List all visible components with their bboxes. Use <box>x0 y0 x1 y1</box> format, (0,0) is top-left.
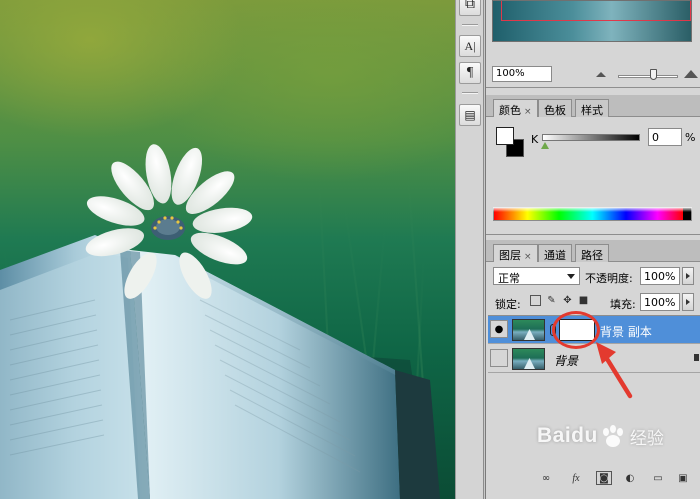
fill-arrow-button[interactable] <box>682 293 694 311</box>
lock-position-icon[interactable]: ✥ <box>562 295 573 306</box>
lock-paint-icon[interactable]: ✎ <box>546 295 557 306</box>
tab-layers[interactable]: 图层 × <box>493 244 538 263</box>
layer-style-icon[interactable]: fx <box>568 471 584 485</box>
k-channel-label: K <box>531 133 539 146</box>
book-and-flower-photo <box>0 144 440 499</box>
new-layer-icon[interactable]: ▣ <box>675 471 691 485</box>
new-group-icon[interactable]: ▭ <box>650 471 666 485</box>
watermark-suffix: 经验 <box>629 428 664 449</box>
photoshop-window: ⧉ A| ¶ ▤ 100% 颜色 × 色板 样式 K 0 % 图层 × 通道 路… <box>0 0 700 499</box>
fill-field[interactable]: 100% <box>640 293 680 311</box>
annotation-arrow <box>596 342 633 399</box>
paw-icon <box>602 425 623 447</box>
zoom-slider-knob[interactable] <box>650 69 657 80</box>
zoom-out-icon[interactable] <box>596 72 606 77</box>
divider <box>462 92 478 94</box>
lock-icon <box>694 354 699 361</box>
blend-mode-select[interactable]: 正常 <box>493 267 580 285</box>
color-panel-tabbar: 颜色 × 色板 样式 <box>486 95 700 118</box>
color-panel: K 0 % <box>486 117 700 235</box>
fill-label: 填充: <box>610 298 636 311</box>
layer-comps-icon[interactable]: ⧉ <box>459 0 481 16</box>
navigator-panel: 100% <box>486 0 700 88</box>
k-slider-knob[interactable] <box>541 142 549 149</box>
tab-swatches[interactable]: 色板 <box>538 99 572 117</box>
zoom-in-icon[interactable] <box>684 70 698 78</box>
notes-icon[interactable]: ▤ <box>459 104 481 126</box>
close-icon[interactable]: × <box>524 107 532 117</box>
tab-channels[interactable]: 通道 <box>538 244 572 262</box>
k-unit-label: % <box>685 131 696 144</box>
adjustment-layer-icon[interactable]: ◐ <box>622 471 638 485</box>
layer-name[interactable]: 背景 <box>554 352 578 369</box>
panel-dock-strip: ⧉ A| ¶ ▤ <box>455 0 484 499</box>
k-channel-field[interactable]: 0 <box>648 128 682 146</box>
tab-styles[interactable]: 样式 <box>575 99 609 117</box>
visibility-toggle[interactable] <box>490 349 508 367</box>
layer-thumbnail <box>512 348 545 370</box>
divider <box>462 24 478 26</box>
link-layers-icon[interactable]: ∞ <box>538 471 554 485</box>
navigator-thumbnail[interactable] <box>492 0 692 42</box>
eye-icon[interactable]: ● <box>490 320 508 338</box>
tab-color[interactable]: 颜色 × <box>493 99 538 118</box>
baidu-watermark: Baidu 经验 <box>537 416 664 456</box>
opacity-label: 不透明度: <box>585 272 633 285</box>
zoom-slider[interactable] <box>618 75 678 78</box>
lock-all-icon[interactable]: ■ <box>578 295 589 306</box>
layer-name[interactable]: 背景 副本 <box>600 323 652 340</box>
document-canvas[interactable] <box>0 0 455 499</box>
chevron-down-icon <box>567 274 575 279</box>
watermark-brand: Baidu <box>537 424 598 447</box>
layers-footer-toolbar: ∞ fx ◙ ◐ ▭ ▣ <box>486 465 700 499</box>
navigator-zoom-field[interactable]: 100% <box>492 66 552 82</box>
paragraph-icon[interactable]: ¶ <box>459 62 481 84</box>
spectrum-highlight <box>493 207 692 212</box>
layer-thumbnail <box>512 319 545 341</box>
navigator-view-box[interactable] <box>501 1 691 21</box>
character-icon[interactable]: A| <box>459 35 481 57</box>
tab-paths[interactable]: 路径 <box>575 244 609 262</box>
lock-transparent-icon[interactable] <box>530 295 541 306</box>
close-icon[interactable]: × <box>524 252 532 262</box>
foreground-color-swatch[interactable] <box>496 127 514 145</box>
add-mask-icon[interactable]: ◙ <box>596 471 612 485</box>
lock-label: 锁定: <box>495 298 521 311</box>
layers-panel-tabbar: 图层 × 通道 路径 <box>486 240 700 263</box>
opacity-field[interactable]: 100% <box>640 267 680 285</box>
k-channel-slider[interactable] <box>542 134 640 141</box>
opacity-arrow-button[interactable] <box>682 267 694 285</box>
